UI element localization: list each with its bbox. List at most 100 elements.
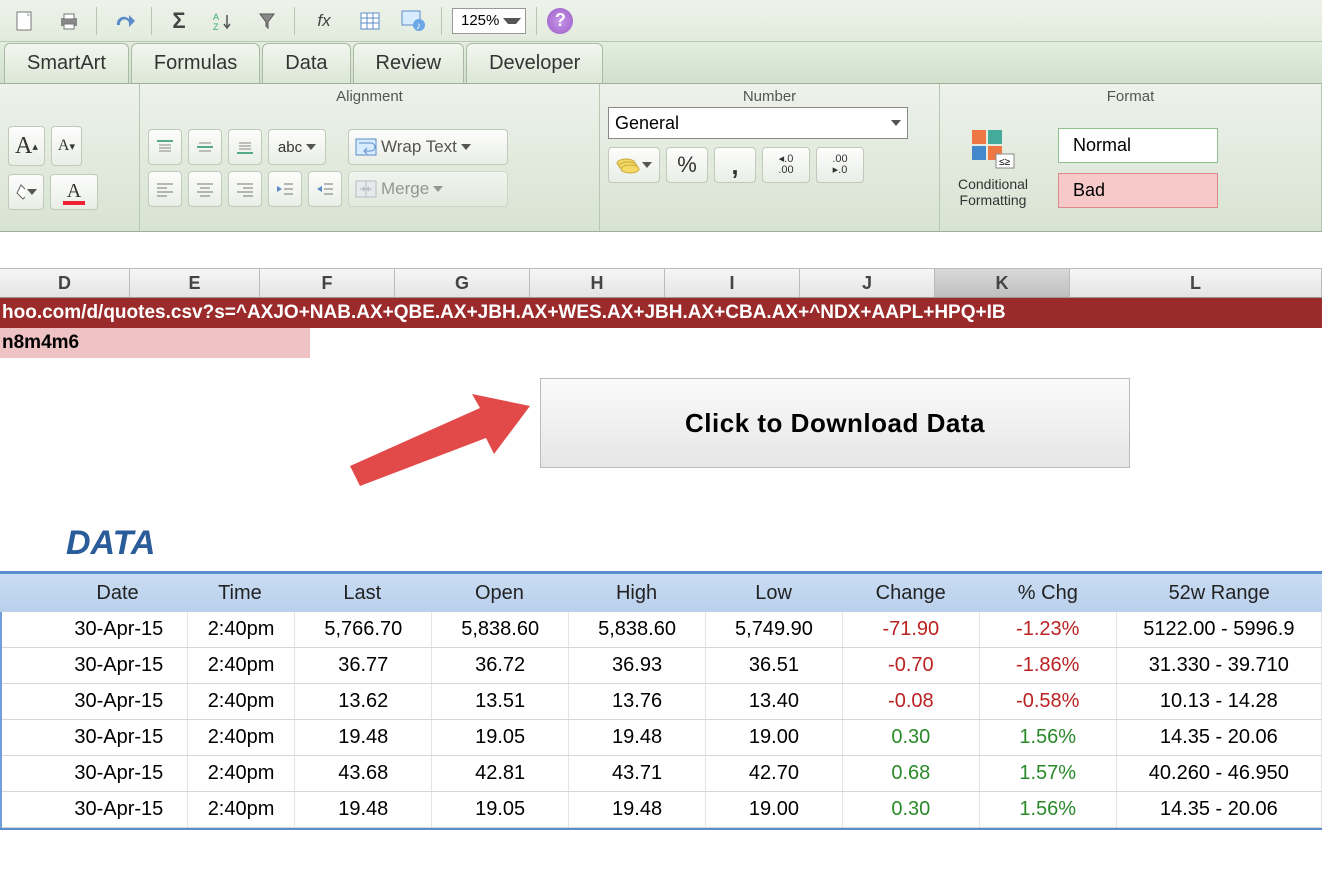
column-header-J[interactable]: J bbox=[800, 269, 935, 297]
table-header-cell: Low bbox=[705, 582, 842, 605]
table-cell: 2:40pm bbox=[188, 684, 296, 719]
table-cell: 30-Apr-15 bbox=[51, 612, 188, 647]
decrease-decimal-button[interactable]: .00▸.0 bbox=[816, 147, 864, 183]
font-color-button[interactable]: A bbox=[50, 174, 98, 210]
table-cell: 13.51 bbox=[432, 684, 569, 719]
percent-format-button[interactable]: % bbox=[666, 147, 708, 183]
table-cell: 19.00 bbox=[706, 792, 843, 827]
table-header-cell: % Chg bbox=[979, 582, 1116, 605]
table-cell: 40.260 - 46.950 bbox=[1117, 756, 1322, 791]
table-cell: 2:40pm bbox=[188, 792, 296, 827]
data-heading: DATA bbox=[0, 508, 1322, 571]
autosum-button[interactable]: Σ bbox=[162, 6, 196, 36]
table-cell: 42.81 bbox=[432, 756, 569, 791]
table-row[interactable]: 30-Apr-152:40pm36.7736.7236.9336.51-0.70… bbox=[2, 648, 1322, 684]
media-button[interactable]: ♪ bbox=[397, 6, 431, 36]
increase-indent-button[interactable] bbox=[308, 171, 342, 207]
column-header-F[interactable]: F bbox=[260, 269, 395, 297]
align-right-button[interactable] bbox=[228, 171, 262, 207]
grow-font-button[interactable]: A▴ bbox=[8, 126, 45, 166]
conditional-formatting-icon: ≤≥ bbox=[970, 128, 1016, 174]
align-center-button[interactable] bbox=[188, 171, 222, 207]
wrap-text-button[interactable]: Wrap Text bbox=[348, 129, 508, 165]
table-cell: 19.00 bbox=[706, 720, 843, 755]
column-header-L[interactable]: L bbox=[1070, 269, 1322, 297]
svg-text:A: A bbox=[213, 12, 219, 22]
table-row[interactable]: 30-Apr-152:40pm13.6213.5113.7613.40-0.08… bbox=[2, 684, 1322, 720]
table-header-cell: 52w Range bbox=[1116, 582, 1322, 605]
merge-button[interactable]: Merge bbox=[348, 171, 508, 207]
svg-text:≤≥: ≤≥ bbox=[999, 157, 1010, 168]
show-formulas-button[interactable] bbox=[353, 6, 387, 36]
table-cell: 14.35 - 20.06 bbox=[1117, 792, 1322, 827]
print-button[interactable] bbox=[52, 6, 86, 36]
spreadsheet: DEFGHIJKL hoo.com/d/quotes.csv?s=^AXJO+N… bbox=[0, 268, 1322, 830]
cell-url-line1[interactable]: hoo.com/d/quotes.csv?s=^AXJO+NAB.AX+QBE.… bbox=[0, 298, 1322, 328]
table-cell: 5,838.60 bbox=[569, 612, 706, 647]
table-cell: 2:40pm bbox=[188, 756, 296, 791]
table-header-cell: Date bbox=[49, 582, 186, 605]
comma-format-button[interactable]: , bbox=[714, 147, 756, 183]
sort-button[interactable]: AZ bbox=[206, 6, 240, 36]
group-title-format: Format bbox=[948, 88, 1313, 107]
new-button[interactable] bbox=[8, 6, 42, 36]
cell-style-normal[interactable]: Normal bbox=[1058, 128, 1218, 163]
table-cell: -0.70 bbox=[843, 648, 980, 683]
redo-button[interactable] bbox=[107, 6, 141, 36]
ribbon-tabstrip: SmartArtFormulasDataReviewDeveloper bbox=[0, 42, 1322, 84]
help-button[interactable]: ? bbox=[547, 8, 573, 34]
tab-formulas[interactable]: Formulas bbox=[131, 43, 260, 83]
column-header-H[interactable]: H bbox=[530, 269, 665, 297]
table-cell: 2:40pm bbox=[188, 612, 296, 647]
fx-button[interactable]: fx bbox=[305, 6, 343, 36]
column-header-E[interactable]: E bbox=[130, 269, 260, 297]
table-row[interactable]: 30-Apr-152:40pm19.4819.0519.4819.000.301… bbox=[2, 720, 1322, 756]
shrink-font-button[interactable]: A▾ bbox=[51, 126, 82, 166]
table-cell: -1.23% bbox=[980, 612, 1117, 647]
table-cell: 31.330 - 39.710 bbox=[1117, 648, 1322, 683]
align-left-button[interactable] bbox=[148, 171, 182, 207]
table-cell: 0.30 bbox=[843, 792, 980, 827]
table-cell: 36.51 bbox=[706, 648, 843, 683]
cell-url-line2[interactable]: n8m4m6 bbox=[0, 328, 310, 358]
table-cell: 13.40 bbox=[706, 684, 843, 719]
number-format-select[interactable]: General bbox=[608, 107, 908, 139]
orientation-button[interactable]: abc bbox=[268, 129, 326, 165]
column-header-D[interactable]: D bbox=[0, 269, 130, 297]
tab-smartart[interactable]: SmartArt bbox=[4, 43, 129, 83]
quick-access-toolbar: Σ AZ fx ♪ 125% ? bbox=[0, 0, 1322, 42]
table-row[interactable]: 30-Apr-152:40pm5,766.705,838.605,838.605… bbox=[2, 612, 1322, 648]
align-top-button[interactable] bbox=[148, 129, 182, 165]
tab-review[interactable]: Review bbox=[353, 43, 465, 83]
table-cell: 5,766.70 bbox=[295, 612, 432, 647]
align-bottom-button[interactable] bbox=[228, 129, 262, 165]
cell-url-line2-row: n8m4m6 bbox=[0, 328, 1322, 358]
arrow-icon bbox=[330, 376, 530, 486]
cell-style-bad[interactable]: Bad bbox=[1058, 173, 1218, 208]
column-header-G[interactable]: G bbox=[395, 269, 530, 297]
column-header-I[interactable]: I bbox=[665, 269, 800, 297]
svg-text:♪: ♪ bbox=[416, 21, 421, 32]
align-middle-button[interactable] bbox=[188, 129, 222, 165]
increase-decimal-button[interactable]: ◂.0.00 bbox=[762, 147, 810, 183]
zoom-value: 125% bbox=[457, 12, 503, 29]
column-header-K[interactable]: K bbox=[935, 269, 1070, 297]
decrease-indent-button[interactable] bbox=[268, 171, 302, 207]
accounting-format-button[interactable] bbox=[608, 147, 660, 183]
table-header-cell: Last bbox=[294, 582, 431, 605]
tab-developer[interactable]: Developer bbox=[466, 43, 603, 83]
fill-color-button[interactable] bbox=[8, 174, 44, 210]
conditional-formatting-button[interactable]: ≤≥ Conditional Formatting bbox=[948, 128, 1038, 208]
table-row[interactable]: 30-Apr-152:40pm19.4819.0519.4819.000.301… bbox=[2, 792, 1322, 828]
table-row[interactable]: 30-Apr-152:40pm43.6842.8143.7142.700.681… bbox=[2, 756, 1322, 792]
table-cell: 2:40pm bbox=[188, 720, 296, 755]
tab-data[interactable]: Data bbox=[262, 43, 350, 83]
filter-button[interactable] bbox=[250, 6, 284, 36]
table-cell: 19.48 bbox=[569, 792, 706, 827]
zoom-box[interactable]: 125% bbox=[452, 8, 526, 34]
download-data-button[interactable]: Click to Download Data bbox=[540, 378, 1130, 468]
table-cell: 19.05 bbox=[432, 792, 569, 827]
table-cell: 2:40pm bbox=[188, 648, 296, 683]
download-area: Click to Download Data bbox=[0, 358, 1322, 508]
data-table: DateTimeLastOpenHighLowChange% Chg52w Ra… bbox=[0, 571, 1322, 830]
